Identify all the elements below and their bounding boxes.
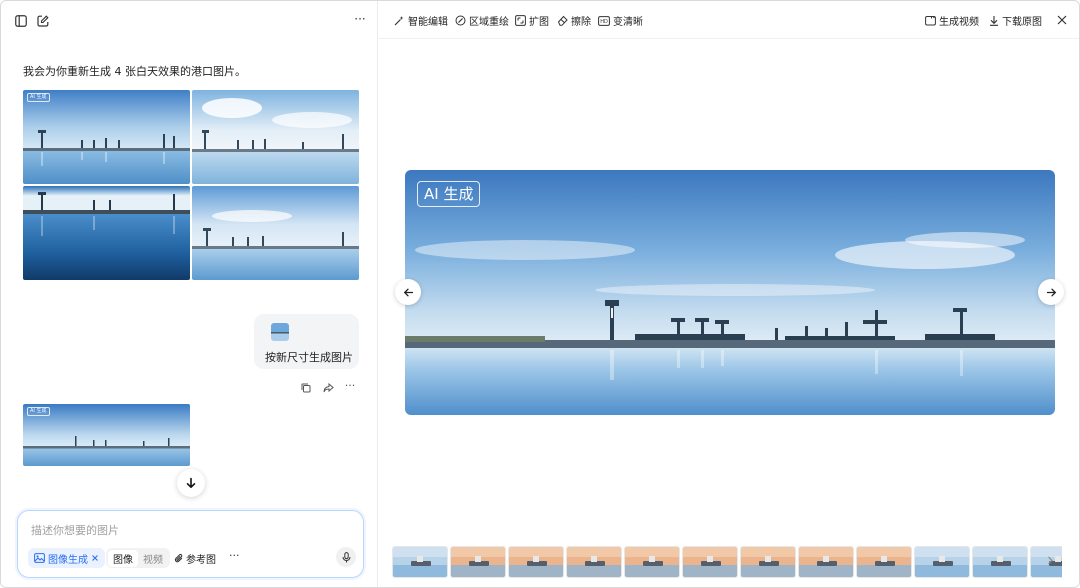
assistant-message: 我会为你重新生成 4 张白天效果的港口图片。	[23, 65, 246, 78]
port-image	[405, 170, 1055, 415]
prompt-input-box[interactable]: 描述你想要的图片 图像生成 图像 视频 参考图 ···	[17, 510, 364, 578]
prompt-input[interactable]: 描述你想要的图片	[31, 522, 119, 538]
smart-edit-button[interactable]: 智能编辑	[394, 13, 448, 28]
filmstrip-thumbnail[interactable]	[914, 546, 970, 578]
app-window: ··· 我会为你重新生成 4 张白天效果的港口图片。 AI 生成 按新尺寸生成图…	[0, 0, 1080, 588]
filmstrip-thumbnail[interactable]	[392, 546, 448, 578]
generated-image-grid: AI 生成	[23, 90, 359, 280]
filmstrip-thumbnail[interactable]	[450, 546, 506, 578]
hd-icon: HD	[598, 15, 610, 26]
tab-video[interactable]: 视频	[138, 550, 168, 567]
generated-image-resized[interactable]: AI 生成	[23, 404, 190, 466]
reference-thumbnail[interactable]	[271, 323, 289, 341]
region-redraw-button[interactable]: 区域重绘	[455, 13, 509, 28]
close-icon[interactable]	[91, 554, 99, 562]
filmstrip-thumbnail[interactable]	[740, 546, 796, 578]
filmstrip-thumbnail[interactable]	[798, 546, 854, 578]
download-icon	[990, 16, 998, 26]
viewer-toolbar: 智能编辑 区域重绘 扩图 擦除 HD 变清晰 生成视频 下载原图	[379, 1, 1079, 39]
user-message-text: 按新尺寸生成图片	[265, 351, 353, 364]
smart-edit-label: 智能编辑	[408, 17, 448, 28]
arrow-down-icon	[186, 477, 196, 488]
main-preview-image[interactable]: AI 生成	[405, 170, 1055, 415]
image-generation-label: 图像生成	[48, 554, 88, 566]
user-message-bubble: 按新尺寸生成图片	[254, 314, 359, 369]
erase-label: 擦除	[571, 17, 591, 28]
share-icon[interactable]	[322, 382, 334, 394]
filmstrip-thumbnail[interactable]	[682, 546, 738, 578]
more-options-button[interactable]: ···	[229, 549, 240, 562]
thumbnail-filmstrip	[392, 546, 1062, 579]
sharpen-label: 变清晰	[613, 17, 643, 28]
media-type-toggle: 图像 视频	[106, 548, 170, 568]
erase-button[interactable]: 擦除	[557, 13, 591, 28]
expand-image-label: 扩图	[529, 17, 549, 28]
sidebar-icon[interactable]	[13, 13, 29, 29]
sharpen-button[interactable]: HD 变清晰	[598, 13, 643, 28]
image-viewer-panel: 智能编辑 区域重绘 扩图 擦除 HD 变清晰 生成视频 下载原图 AI 生成	[379, 1, 1079, 587]
next-image-button[interactable]	[1038, 279, 1064, 305]
svg-text:HD: HD	[600, 19, 608, 25]
ai-generated-tag: AI 生成	[27, 93, 50, 102]
filmstrip-thumbnail[interactable]	[972, 546, 1028, 578]
generated-image-1[interactable]: AI 生成	[23, 90, 190, 184]
voice-input-button[interactable]	[336, 547, 356, 567]
more-icon[interactable]: ···	[351, 11, 369, 27]
expand-image-button[interactable]: 扩图	[515, 13, 549, 28]
ai-generated-tag: AI 生成	[27, 407, 50, 416]
filmstrip-thumbnail[interactable]	[566, 546, 622, 578]
filmstrip-thumbnail[interactable]	[1030, 546, 1062, 578]
close-icon	[1057, 15, 1067, 25]
region-redraw-label: 区域重绘	[469, 17, 509, 28]
video-icon	[925, 16, 936, 26]
reference-image-label: 参考图	[186, 555, 216, 566]
generate-video-label: 生成视频	[939, 17, 979, 28]
paperclip-icon	[174, 554, 183, 563]
chat-panel: ··· 我会为你重新生成 4 张白天效果的港口图片。 AI 生成 按新尺寸生成图…	[1, 1, 378, 587]
generated-image-2[interactable]	[192, 90, 359, 184]
copy-icon[interactable]	[300, 382, 312, 394]
chevron-right-icon[interactable]	[1047, 554, 1054, 568]
generated-image-3[interactable]	[23, 186, 190, 280]
mic-icon	[342, 551, 350, 562]
reference-image-button[interactable]: 参考图	[174, 551, 216, 566]
brush-icon	[455, 15, 466, 26]
scroll-to-bottom-button[interactable]	[177, 469, 205, 497]
close-viewer-button[interactable]	[1055, 13, 1069, 27]
download-original-button[interactable]: 下载原图	[989, 13, 1042, 28]
generated-image-4[interactable]	[192, 186, 359, 280]
previous-image-button[interactable]	[395, 279, 421, 305]
image-generation-chip[interactable]: 图像生成	[28, 548, 105, 568]
filmstrip-thumbnail[interactable]	[624, 546, 680, 578]
eraser-icon	[557, 15, 568, 26]
filmstrip-thumbnail[interactable]	[508, 546, 564, 578]
arrow-right-icon	[1046, 288, 1056, 296]
arrow-left-icon	[403, 288, 413, 296]
download-original-label: 下载原图	[1002, 17, 1042, 28]
chat-header: ···	[1, 1, 378, 39]
expand-icon	[515, 15, 526, 26]
image-icon	[34, 553, 45, 563]
sparkle-icon	[394, 16, 404, 26]
generate-video-button[interactable]: 生成视频	[925, 13, 979, 28]
new-chat-icon[interactable]	[35, 13, 51, 29]
tab-image[interactable]: 图像	[108, 549, 138, 567]
more-icon[interactable]: ···	[343, 379, 357, 392]
filmstrip-thumbnail[interactable]	[856, 546, 912, 578]
ai-generated-tag: AI 生成	[417, 181, 481, 207]
